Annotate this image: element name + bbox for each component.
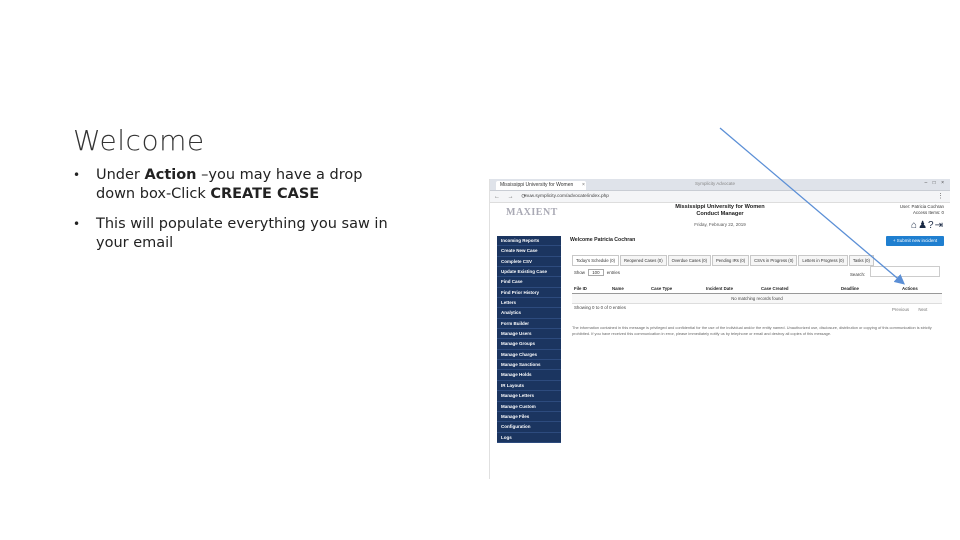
browser-tabbar: Mississippi University for Women × Sympl… (490, 179, 950, 191)
sidebar: Incoming Reports Create New Case Complet… (497, 236, 561, 443)
sidebar-item[interactable]: Complete CSV (497, 257, 561, 268)
window-controls[interactable]: – □ × (925, 180, 947, 186)
tab-pending-irs[interactable]: Pending IRs (0) (712, 255, 750, 266)
bullet-item: Under Action –you may have a drop down b… (73, 166, 393, 204)
site-date: Friday, February 22, 2019 (694, 222, 746, 227)
sidebar-item[interactable]: Update Existing Case (497, 267, 561, 278)
sidebar-item[interactable]: Manage Holds (497, 370, 561, 381)
welcome-heading: Welcome Patricia Cochran (570, 237, 636, 243)
logout-icon[interactable]: ⇥ (935, 220, 944, 231)
users-icon[interactable]: ♟ (918, 220, 928, 231)
address-bar: ← → ⟳ muw.symplicity.com/advocate/index.… (490, 191, 950, 203)
column-header[interactable]: Actions (900, 285, 942, 293)
sidebar-item[interactable]: Form Builder (497, 319, 561, 330)
pagination: Previous Next (892, 307, 927, 312)
search-input[interactable] (870, 266, 940, 277)
entries-select[interactable]: 100 (588, 269, 604, 276)
dashboard-tabs: Today's Schedule (0) Reopened Cases (0) … (572, 255, 882, 266)
sidebar-item[interactable]: Manage Users (497, 329, 561, 340)
site-title-line2: Conduct Manager (696, 211, 744, 217)
tab-tasks[interactable]: Tasks (0) (848, 255, 874, 266)
embedded-screenshot: Mississippi University for Women × Sympl… (489, 179, 950, 479)
sidebar-item[interactable]: Find Prior History (497, 288, 561, 299)
tab-reopened-cases[interactable]: Reopened Cases (0) (619, 255, 667, 266)
window-title: Symplicity Advocate (695, 181, 736, 186)
column-header[interactable]: Case Created (759, 285, 839, 293)
sidebar-item[interactable]: Letters (497, 298, 561, 309)
bullet-bold-text: CREATE CASE (210, 186, 320, 202)
sidebar-item[interactable]: Manage Sanctions (497, 360, 561, 371)
bullet-list: Under Action –you may have a drop down b… (73, 166, 393, 264)
footer-disclaimer: The information contained in this messag… (572, 325, 932, 336)
menu-dots-icon[interactable]: ⋮ (937, 192, 944, 200)
bullet-item: This will populate everything you saw in… (73, 215, 393, 253)
maxient-logo: MAXIENT (506, 207, 558, 218)
table-info: Showing 0 to 0 of 0 entries (574, 305, 626, 310)
user-access: Access Items: 0 (913, 210, 944, 215)
sidebar-item[interactable]: Incoming Reports (497, 236, 561, 247)
bullet-bold-text: Action (144, 167, 197, 183)
bullet-text: Under (96, 167, 145, 183)
sidebar-item[interactable]: Configuration (497, 422, 561, 433)
sidebar-item[interactable]: Manage Groups (497, 339, 561, 350)
previous-button[interactable]: Previous (892, 307, 909, 312)
show-label: Show (574, 270, 585, 275)
empty-table-message: No matching records found (572, 294, 942, 304)
column-header[interactable]: Name (610, 285, 649, 293)
sidebar-item[interactable]: Manage Files (497, 412, 561, 423)
search-label: Search: (850, 272, 866, 277)
tab-overdue-cases[interactable]: Overdue Cases (0) (667, 255, 711, 266)
tab-todays-schedule[interactable]: Today's Schedule (0) (572, 255, 619, 266)
bullet-text: This will populate everything you saw in… (96, 216, 388, 251)
url-input[interactable]: muw.symplicity.com/advocate/index.php (524, 193, 884, 200)
submit-incident-button[interactable]: + Submit new incident (886, 236, 944, 246)
next-button[interactable]: Next (918, 307, 927, 312)
tab-csvs-in-progress[interactable]: CSVs in Progress (0) (750, 255, 798, 266)
user-info: User: Patricia Cochran Access Items: 0 (900, 204, 944, 216)
tab-close-icon[interactable]: × (582, 181, 585, 190)
cases-table: File ID Name Case Type Incident Date Cas… (572, 285, 942, 304)
sidebar-item[interactable]: Manage Charges (497, 350, 561, 361)
column-header[interactable]: Case Type (649, 285, 704, 293)
sidebar-item[interactable]: IR Layouts (497, 381, 561, 392)
top-icon-bar: ⌂♟?⇥ (911, 220, 944, 231)
site-title-line1: Mississippi University for Women (675, 204, 765, 210)
slide-title: Welcome (73, 124, 205, 157)
sidebar-item[interactable]: Find Case (497, 277, 561, 288)
browser-tab[interactable]: Mississippi University for Women (496, 181, 586, 190)
column-header[interactable]: File ID (572, 285, 610, 293)
sidebar-item[interactable]: Manage Letters (497, 391, 561, 402)
sidebar-item[interactable]: Create New Case (497, 246, 561, 257)
table-header: File ID Name Case Type Incident Date Cas… (572, 285, 942, 294)
tab-letters-in-progress[interactable]: Letters in Progress (0) (798, 255, 848, 266)
column-header[interactable]: Incident Date (704, 285, 759, 293)
entries-label: entries (606, 270, 620, 275)
sidebar-item[interactable]: Logs (497, 433, 561, 443)
column-header[interactable]: Deadline (839, 285, 900, 293)
site-title: Mississippi University for Women Conduct… (650, 204, 790, 218)
show-entries: Show 100 entries (574, 269, 620, 276)
sidebar-item[interactable]: Analytics (497, 308, 561, 319)
sidebar-item[interactable]: Manage Custom (497, 402, 561, 412)
